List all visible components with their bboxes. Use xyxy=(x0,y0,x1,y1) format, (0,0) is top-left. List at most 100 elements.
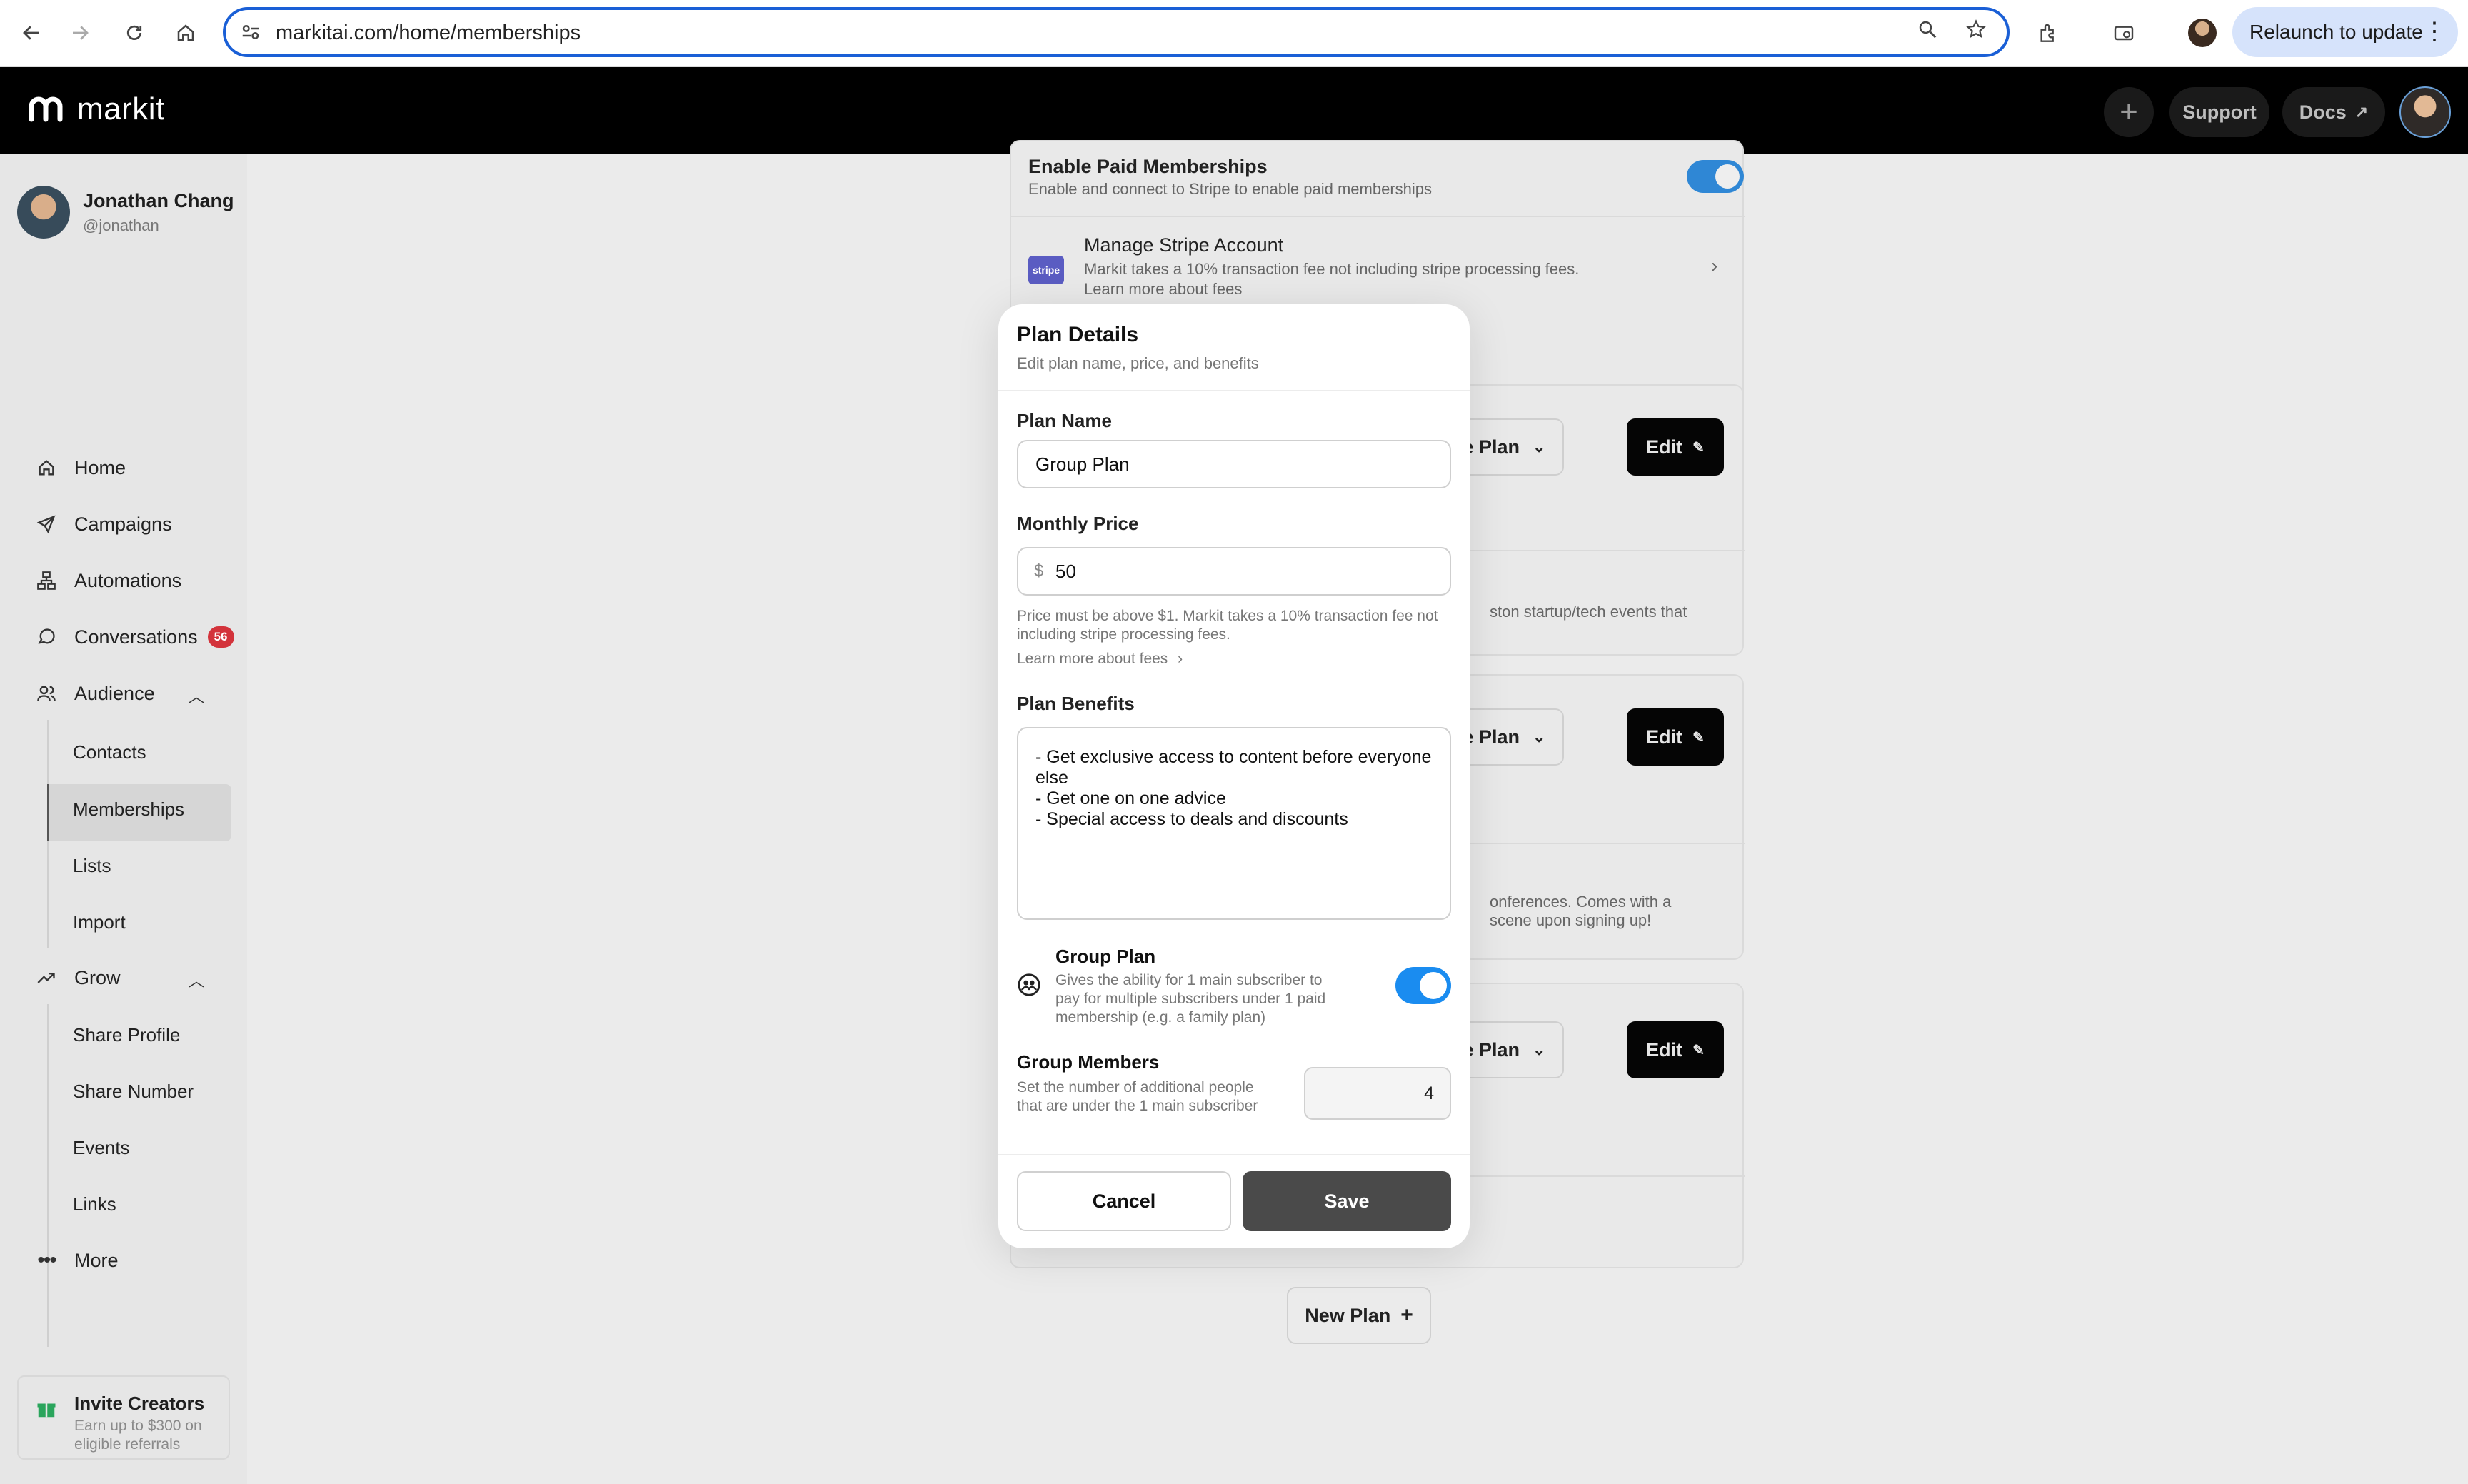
chevron-down-icon: ⌄ xyxy=(1533,728,1546,746)
divider xyxy=(998,390,1470,391)
relaunch-button[interactable]: Relaunch to update ⋮ xyxy=(2232,7,2458,57)
cancel-button[interactable]: Cancel xyxy=(1017,1171,1231,1231)
plan-name-label: Plan Name xyxy=(1017,410,1112,431)
support-button[interactable]: Support xyxy=(2169,87,2269,137)
group-members-desc: Set the number of additional people that… xyxy=(1017,1079,1258,1114)
home-icon xyxy=(34,456,59,480)
sidebar-item-audience[interactable]: Audience xyxy=(34,681,155,706)
group-members-input[interactable]: 4 xyxy=(1304,1067,1451,1120)
workflow-icon xyxy=(34,568,59,593)
save-label: Save xyxy=(1324,1190,1370,1212)
plan-benefits-textarea[interactable]: - Get exclusive access to content before… xyxy=(1017,727,1451,920)
group-plan-toggle[interactable] xyxy=(1395,967,1451,1004)
sidebar-item-share-profile[interactable]: Share Profile xyxy=(73,1024,180,1046)
sidebar: Jonathan Chang @jonathan Home Campaigns … xyxy=(0,154,247,1484)
gift-icon xyxy=(37,1403,56,1418)
plan-2-desc-line-2: scene upon signing up! xyxy=(1490,911,1652,929)
browser-toolbar: markitai.com/home/memberships Relaunch t… xyxy=(0,0,2468,67)
stripe-fees-link[interactable]: Learn more about fees xyxy=(1084,280,1242,299)
send-icon xyxy=(34,512,59,536)
reload-icon[interactable] xyxy=(119,17,150,49)
user-handle: @jonathan xyxy=(83,216,159,234)
plan-2-desc-line-1: onferences. Comes with a xyxy=(1490,893,1672,911)
plus-icon: + xyxy=(1400,1303,1413,1327)
markit-logo[interactable]: markit xyxy=(27,91,165,127)
logo-text: markit xyxy=(77,91,165,126)
docs-button[interactable]: Docs ↗ xyxy=(2282,87,2385,137)
edit-plan-button[interactable]: Edit ✎ xyxy=(1627,708,1724,766)
group-members-value: 4 xyxy=(1424,1083,1434,1103)
back-icon[interactable] xyxy=(16,17,47,49)
sidebar-item-label: Audience xyxy=(74,682,155,704)
currency-symbol: $ xyxy=(1034,561,1044,581)
plan-name-input[interactable]: Group Plan xyxy=(1017,440,1451,488)
edit-icon: ✎ xyxy=(1692,439,1705,456)
modal-subtitle: Edit plan name, price, and benefits xyxy=(1017,354,1259,372)
sidebar-item-label: Campaigns xyxy=(74,513,172,535)
home-browser-icon[interactable] xyxy=(170,17,201,49)
sidebar-item-label: More xyxy=(74,1249,119,1271)
monthly-price-input[interactable]: 50 xyxy=(1017,547,1451,596)
new-plan-button[interactable]: New Plan + xyxy=(1287,1287,1431,1344)
sidebar-item-more[interactable]: ••• More xyxy=(34,1248,119,1273)
toggle-knob xyxy=(1420,972,1447,999)
url-text[interactable]: markitai.com/home/memberships xyxy=(276,21,581,45)
price-value: 50 xyxy=(1055,560,1076,582)
sidebar-item-label: Home xyxy=(74,456,126,478)
sidebar-item-home[interactable]: Home xyxy=(34,456,126,480)
site-settings-icon[interactable] xyxy=(240,21,261,46)
edit-icon: ✎ xyxy=(1692,1042,1705,1058)
sidebar-item-lists[interactable]: Lists xyxy=(73,855,111,877)
trending-up-icon xyxy=(34,966,59,990)
plan-1-desc: ston startup/tech events that xyxy=(1490,603,1687,621)
browser-menu-icon[interactable]: ⋮ xyxy=(2422,17,2447,46)
external-link-icon: ↗ xyxy=(2354,103,2369,121)
chevron-right-icon: › xyxy=(1178,651,1183,667)
bookmark-star-icon[interactable] xyxy=(1965,19,1987,44)
chevron-up-icon[interactable]: ︿ xyxy=(189,684,204,707)
create-plus-button[interactable]: + xyxy=(2104,87,2154,137)
invite-creators-card[interactable]: Invite Creators Earn up to $300 on eligi… xyxy=(17,1375,230,1460)
sidebar-item-contacts[interactable]: Contacts xyxy=(73,741,146,763)
cast-icon[interactable] xyxy=(2108,13,2140,54)
sidebar-item-label: Conversations xyxy=(74,626,198,648)
edit-plan-button[interactable]: Edit ✎ xyxy=(1627,1021,1724,1078)
user-profile[interactable]: Jonathan Chang @jonathan xyxy=(17,186,234,239)
paid-memberships-desc: Enable and connect to Stripe to enable p… xyxy=(1028,180,1433,198)
chevron-right-icon[interactable]: › xyxy=(1711,254,1717,277)
group-plan-title: Group Plan xyxy=(1055,946,1156,967)
sidebar-item-automations[interactable]: Automations xyxy=(34,568,181,593)
chevron-up-icon[interactable]: ︿ xyxy=(189,968,204,991)
monthly-price-label: Monthly Price xyxy=(1017,513,1139,534)
invite-subtitle: Earn up to $300 on eligible referrals xyxy=(74,1418,202,1453)
save-button[interactable]: Save xyxy=(1243,1171,1451,1231)
plan-name-value: Group Plan xyxy=(1035,453,1130,475)
extensions-icon[interactable] xyxy=(2032,13,2064,54)
user-avatar xyxy=(17,186,70,239)
edit-label: Edit xyxy=(1646,436,1683,458)
sidebar-item-conversations[interactable]: Conversations 56 xyxy=(34,625,234,649)
sidebar-item-share-number[interactable]: Share Number xyxy=(73,1081,194,1103)
sidebar-item-grow[interactable]: Grow xyxy=(34,966,121,990)
sidebar-item-events[interactable]: Events xyxy=(73,1137,130,1159)
sidebar-item-import[interactable]: Import xyxy=(73,911,126,933)
divider xyxy=(998,1154,1470,1155)
profile-avatar[interactable] xyxy=(2399,86,2451,138)
sidebar-item-label: Grow xyxy=(74,966,121,988)
fees-link[interactable]: Learn more about fees › xyxy=(1017,650,1183,668)
paid-memberships-toggle[interactable] xyxy=(1687,160,1744,193)
stripe-account-title[interactable]: Manage Stripe Account xyxy=(1084,234,1283,256)
zoom-icon[interactable] xyxy=(1917,19,1938,44)
edit-plan-button[interactable]: Edit ✎ xyxy=(1627,418,1724,476)
sidebar-item-memberships[interactable]: Memberships xyxy=(73,798,184,821)
chevron-down-icon: ⌄ xyxy=(1533,438,1546,456)
forward-icon[interactable] xyxy=(64,17,96,49)
edit-label: Edit xyxy=(1646,1038,1683,1061)
plan-details-modal: Plan Details Edit plan name, price, and … xyxy=(998,304,1470,1248)
sidebar-item-links[interactable]: Links xyxy=(73,1193,116,1215)
sidebar-item-campaigns[interactable]: Campaigns xyxy=(34,512,172,536)
modal-title: Plan Details xyxy=(1017,323,1139,346)
browser-profile-avatar[interactable] xyxy=(2188,19,2217,47)
address-bar[interactable]: markitai.com/home/memberships xyxy=(223,7,2010,57)
plan-benefits-label: Plan Benefits xyxy=(1017,693,1135,714)
